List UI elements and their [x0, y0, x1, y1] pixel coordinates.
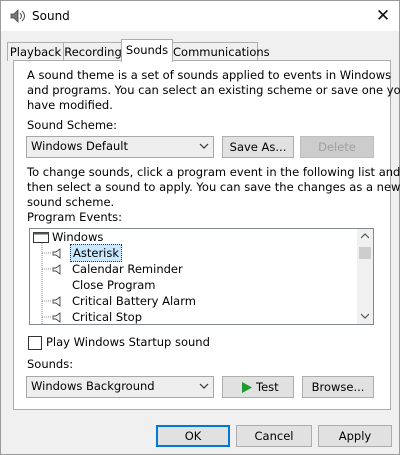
speaker-icon [52, 312, 61, 323]
play-icon [242, 382, 252, 393]
change-instructions: sound scheme. [27, 195, 115, 209]
speaker-icon [52, 296, 61, 307]
test-label: Test [256, 380, 279, 394]
chevron-down-icon [199, 383, 209, 389]
sound-scheme-dropdown[interactable]: Windows Default [26, 136, 214, 158]
chevron-down-icon [199, 143, 209, 149]
intro-text: A sound theme is a set of sounds applied… [27, 68, 392, 82]
play-startup-sound-checkbox[interactable] [28, 336, 42, 350]
program-events-label: Program Events: [27, 210, 122, 224]
event-label: Close Program [72, 278, 156, 292]
speaker-icon [52, 248, 61, 259]
save-as-button[interactable]: Save As... [222, 136, 294, 158]
test-button[interactable]: Test [222, 376, 294, 398]
event-label: Windows [52, 230, 104, 244]
ok-button[interactable]: OK [156, 425, 230, 447]
intro-text: and programs. You can select an existing… [27, 83, 400, 97]
list-item-asterisk[interactable]: Asterisk [30, 244, 350, 262]
intro-text: have modified. [27, 98, 113, 112]
sounds-label: Sounds: [27, 357, 74, 371]
event-label: Critical Stop [72, 310, 143, 324]
event-label: Asterisk [70, 244, 123, 262]
speaker-icon [52, 264, 61, 275]
sound-scheme-label: Sound Scheme: [27, 118, 118, 132]
event-label: Calendar Reminder [72, 262, 183, 276]
list-scrollbar[interactable] [357, 229, 373, 324]
sound-file-dropdown[interactable]: Windows Background [26, 376, 214, 398]
scroll-down-icon[interactable] [361, 313, 369, 319]
apply-button[interactable]: Apply [318, 425, 392, 447]
program-events-list[interactable]: Windows Asterisk Calendar Reminder Close… [29, 228, 374, 325]
cancel-button[interactable]: Cancel [236, 425, 312, 447]
event-label: Critical Battery Alarm [72, 294, 196, 308]
sound-file-value: Windows Background [31, 379, 155, 393]
delete-button[interactable]: Delete [300, 136, 374, 158]
scrollbar-thumb[interactable] [359, 247, 371, 259]
browse-button[interactable]: Browse... [302, 376, 374, 398]
play-startup-sound-label: Play Windows Startup sound [46, 335, 210, 349]
change-instructions: To change sounds, click a program event … [27, 165, 400, 179]
scroll-up-icon[interactable] [361, 233, 369, 239]
sound-scheme-value: Windows Default [31, 139, 129, 153]
change-instructions: then select a sound to apply. You can sa… [27, 180, 400, 194]
windows-folder-icon [33, 232, 49, 243]
